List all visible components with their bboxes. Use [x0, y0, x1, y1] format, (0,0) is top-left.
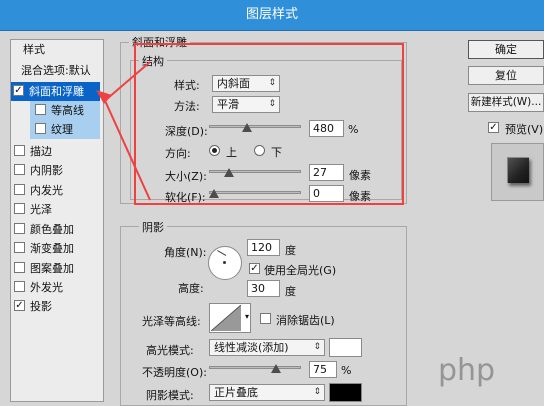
style-list-item[interactable]: 纹理	[30, 120, 100, 139]
style-list-item[interactable]: 内发光	[12, 181, 100, 200]
altitude-input[interactable]: 30	[247, 280, 280, 297]
style-list-item-label: 图案叠加	[30, 262, 74, 275]
angle-input[interactable]: 120	[247, 239, 280, 256]
opacity-slider-track	[209, 366, 301, 369]
style-list-item-label: 纹理	[51, 123, 73, 136]
gloss-contour-picker[interactable]: ▾	[209, 303, 251, 333]
styles-header[interactable]: 样式	[23, 41, 45, 57]
style-list-checkbox[interactable]: ✓	[13, 85, 24, 96]
angle-dial[interactable]	[208, 246, 242, 280]
style-list-item-label: 等高线	[51, 104, 84, 117]
shading-title: 阴影	[139, 219, 167, 235]
highlight-mode-value: 线性减淡(添加)	[214, 341, 289, 354]
watermark-logo: php	[438, 353, 496, 388]
style-list-item[interactable]: 等高线	[30, 101, 100, 120]
style-list-item[interactable]: 渐变叠加	[12, 239, 100, 258]
style-list-item-label: 投影	[30, 300, 52, 313]
annotation-highlight-box	[134, 43, 404, 205]
style-preview-thumbnail	[491, 143, 544, 201]
style-list-item[interactable]: 图案叠加	[12, 259, 100, 278]
altitude-label: 高度:	[178, 282, 204, 295]
linear-contour-icon	[211, 305, 241, 331]
style-list-item-label: 描边	[30, 145, 52, 158]
style-list-checkbox[interactable]	[35, 104, 46, 115]
style-list-item-label: 内阴影	[30, 164, 63, 177]
anti-aliased-checkbox[interactable]	[260, 313, 271, 324]
window-title-bar: 图层样式	[0, 0, 544, 31]
highlight-opacity-label: 不透明度(O):	[142, 366, 207, 379]
style-list-checkbox[interactable]	[14, 145, 25, 156]
highlight-opacity-input[interactable]: 75	[309, 361, 337, 378]
highlight-color-swatch[interactable]	[329, 338, 362, 357]
preview-checkbox[interactable]: ✓	[488, 122, 499, 133]
opacity-unit: %	[341, 364, 352, 377]
highlight-mode-select[interactable]: 线性减淡(添加) ⇕	[209, 339, 325, 356]
opacity-slider-thumb[interactable]	[270, 364, 281, 373]
window-title: 图层样式	[245, 7, 298, 22]
style-list-item[interactable]: 内阴影	[12, 161, 100, 180]
new-style-button[interactable]: 新建样式(W)...	[468, 93, 544, 112]
highlight-opacity-slider[interactable]	[209, 360, 301, 374]
style-list-item-label: 内发光	[30, 184, 63, 197]
anti-aliased-label: 消除锯齿(L)	[276, 314, 335, 327]
style-list-checkbox[interactable]	[14, 281, 25, 292]
dropdown-arrow-icon: ⇕	[313, 387, 321, 397]
preview-swatch	[507, 157, 529, 183]
shadow-mode-value: 正片叠底	[214, 386, 258, 399]
shadow-color-swatch[interactable]	[329, 383, 362, 402]
contour-arrow-icon: ▾	[244, 312, 249, 321]
style-list-item-label: 光泽	[30, 203, 52, 216]
reset-button[interactable]: 复位	[468, 66, 544, 85]
style-list-item-label: 斜面和浮雕	[29, 85, 84, 98]
angle-dial-center	[223, 261, 226, 264]
shadow-mode-select[interactable]: 正片叠底 ⇕	[209, 384, 325, 401]
style-list-checkbox[interactable]	[14, 262, 25, 273]
style-list-checkbox[interactable]	[14, 203, 25, 214]
angle-dial-line	[217, 250, 227, 256]
style-list-checkbox[interactable]	[14, 242, 25, 253]
altitude-unit: 度	[285, 285, 296, 298]
highlight-mode-label: 高光模式:	[146, 344, 194, 357]
preview-label: 预览(V)	[505, 123, 544, 136]
shadow-mode-label: 阴影模式:	[146, 389, 194, 402]
global-light-label: 使用全局光(G)	[264, 264, 337, 277]
gloss-contour-label: 光泽等高线:	[142, 315, 201, 328]
global-light-checkbox[interactable]: ✓	[249, 263, 260, 274]
angle-unit: 度	[285, 244, 296, 257]
style-list-checkbox[interactable]	[14, 164, 25, 175]
style-list-item[interactable]: ✓ 斜面和浮雕	[11, 82, 100, 101]
style-list-item-label: 颜色叠加	[30, 223, 74, 236]
style-list-item[interactable]: 光泽	[12, 200, 100, 219]
style-list-item-label: 外发光	[30, 281, 63, 294]
style-list-checkbox[interactable]	[14, 223, 25, 234]
style-list-checkbox[interactable]: ✓	[14, 300, 25, 311]
angle-label: 角度(N):	[164, 246, 207, 259]
style-list-item[interactable]: 颜色叠加	[12, 220, 100, 239]
ok-button[interactable]: 确定	[468, 40, 544, 59]
style-list-checkbox[interactable]	[14, 184, 25, 195]
style-list-item-label: 渐变叠加	[30, 242, 74, 255]
style-list-item[interactable]: 外发光	[12, 278, 100, 297]
blending-options-default[interactable]: 混合选项:默认	[21, 62, 91, 78]
dropdown-arrow-icon: ⇕	[313, 342, 321, 352]
style-list-item[interactable]: 描边	[12, 142, 100, 161]
style-list-item[interactable]: ✓ 投影	[12, 297, 100, 316]
style-list-checkbox[interactable]	[35, 123, 46, 134]
